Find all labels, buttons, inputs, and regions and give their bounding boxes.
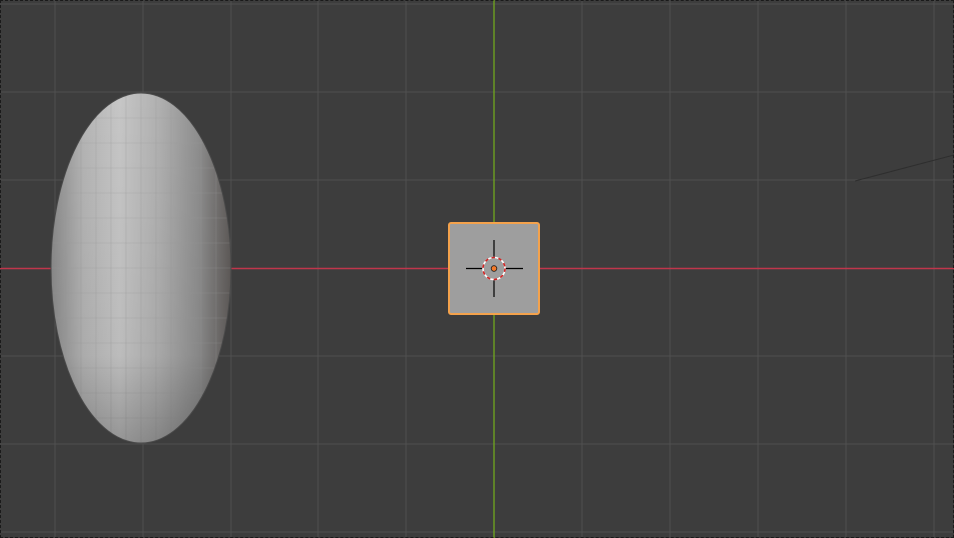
3d-viewport[interactable] — [0, 0, 954, 538]
ellipsoid-object[interactable] — [50, 92, 232, 444]
object-origin-icon — [490, 265, 498, 272]
distant-edge — [854, 154, 954, 182]
viewport-canvas[interactable] — [0, 0, 954, 538]
